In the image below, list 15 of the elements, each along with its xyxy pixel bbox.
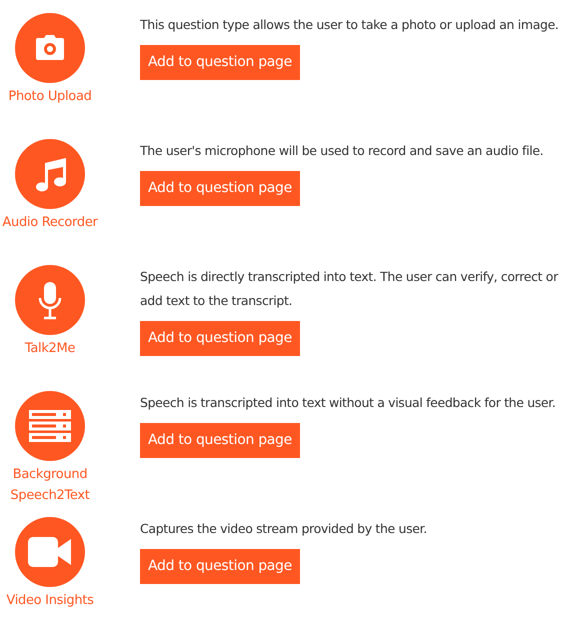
add-to-page-button[interactable]: Add to question page xyxy=(140,423,300,458)
add-to-page-button[interactable]: Add to question page xyxy=(140,321,300,356)
question-type-label: Video Insights xyxy=(5,592,95,610)
question-type-description: This question type allows the user to take a photo or upload an image. xyxy=(140,16,560,34)
question-type-description: Speech is directly transcripted into text. The user can verify, correct or add text to the transcript. xyxy=(140,268,560,310)
question-type-description: Speech is transcripted into text without a visual feedback for the user. xyxy=(140,394,557,412)
question-type-label: Talk2Me xyxy=(24,340,76,358)
question-type-label: Audio Recorder xyxy=(1,214,99,232)
question-type-description: The user's microphone will be used to record and save an audio file. xyxy=(140,142,544,160)
add-to-page-button[interactable]: Add to question page xyxy=(140,549,300,584)
add-to-page-button[interactable]: Add to question page xyxy=(140,45,300,80)
question-type-label: Background Speech2Text xyxy=(9,466,91,505)
question-type-label: Photo Upload xyxy=(7,88,93,106)
add-to-page-button[interactable]: Add to question page xyxy=(140,171,300,206)
question-type-description: Captures the video stream provided by the user. xyxy=(140,520,428,538)
